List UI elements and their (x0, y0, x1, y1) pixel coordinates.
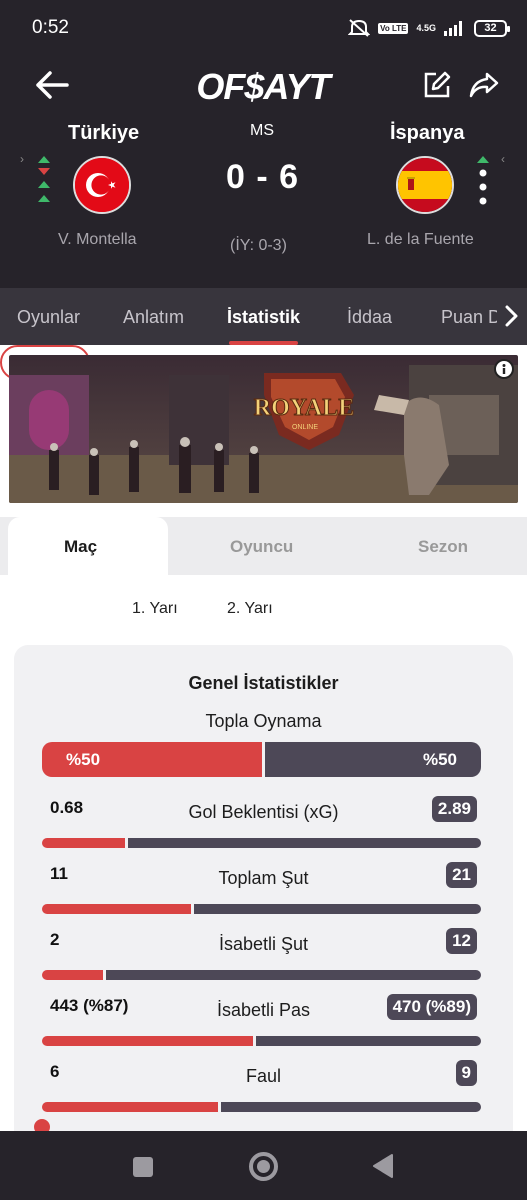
stat-bar (42, 838, 481, 848)
stat-bar-away (194, 904, 481, 914)
ad-logo-text: ROYALE (254, 395, 354, 421)
status-time: 0:52 (32, 17, 69, 38)
stats-subtabs: Maç Oyuncu Sezon (0, 517, 527, 575)
period-second-half[interactable]: 2. Yarı (227, 600, 273, 618)
stat-away-value: 2.89 (431, 796, 477, 822)
tabs-scroll-right[interactable] (497, 288, 527, 345)
network-label: 4.5G (416, 23, 436, 33)
scroll-indicator (34, 1119, 50, 1131)
stat-bar (42, 904, 481, 914)
possession-away-value: %50 (422, 750, 457, 769)
edit-icon[interactable] (422, 70, 452, 100)
home-form-indicators (38, 156, 50, 202)
away-form-indicators (477, 156, 489, 205)
stat-row-shots-on-target: 2 İsabetli Şut 12 (14, 928, 513, 990)
match-score: 0 - 6 (226, 158, 300, 196)
stat-label: Toplam Şut (218, 868, 309, 888)
subtab-mac[interactable]: Maç (64, 537, 97, 557)
stat-bar-home (42, 904, 192, 914)
stat-label: İsabetli Şut (218, 934, 309, 954)
stat-away-value: 470 (%89) (386, 994, 477, 1020)
away-team-name[interactable]: İspanya (390, 122, 464, 145)
stat-bar-away (255, 1036, 481, 1046)
volte-label: Vo LTE (378, 22, 409, 34)
tab-iddaa[interactable]: İddaa (347, 307, 392, 328)
spain-flag-icon[interactable] (396, 156, 454, 214)
possession-label: Topla Oynama (205, 711, 322, 731)
battery-icon: 32 (474, 19, 510, 37)
share-icon[interactable] (468, 70, 500, 100)
stats-title: Genel İstatistikler (188, 673, 339, 693)
period-first-half[interactable]: 1. Yarı (132, 600, 178, 618)
status-bar: 0:52 Vo LTE 4.5G 32 (0, 0, 527, 58)
match-status: MS (250, 122, 274, 139)
subtab-sezon[interactable]: Sezon (418, 537, 468, 557)
system-nav-bar (0, 1131, 527, 1200)
ad-info-icon[interactable] (494, 359, 514, 379)
subtab-oyuncu[interactable]: Oyuncu (230, 537, 293, 557)
home-coach: V. Montella (58, 231, 137, 248)
turkey-flag-icon[interactable] (73, 156, 131, 214)
chevron-right-icon (505, 305, 518, 327)
tab-oyunlar[interactable]: Oyunlar (17, 307, 80, 328)
tab-anlatim[interactable]: Anlatım (123, 307, 184, 328)
ad-logo-sub: ONLINE (292, 424, 318, 431)
recent-apps-icon[interactable] (133, 1157, 153, 1177)
away-coach: L. de la Fuente (367, 231, 474, 248)
stat-bar-home (42, 838, 126, 848)
home-icon[interactable] (249, 1152, 278, 1181)
stat-bar-away (106, 970, 481, 980)
possession-home-value: %50 (66, 750, 101, 769)
stat-row-total-shots: 11 Toplam Şut 21 (14, 862, 513, 924)
stat-away-value: 21 (446, 862, 477, 888)
possession-bar: %50 %50 (42, 742, 481, 777)
stat-bar-home (42, 1036, 253, 1046)
mute-icon (348, 19, 371, 37)
next-match-chevron-icon[interactable]: ‹ (501, 152, 505, 166)
stat-bar-home (42, 1102, 218, 1112)
nav-back-icon[interactable] (372, 1153, 394, 1179)
stat-away-value: 9 (455, 1060, 477, 1086)
half-time-score: (İY: 0-3) (230, 237, 287, 254)
prev-match-chevron-icon[interactable]: › (20, 152, 24, 166)
signal-icon (444, 21, 462, 36)
stat-bar (42, 1102, 481, 1112)
stat-bar-away (220, 1102, 481, 1112)
stat-label: Faul (245, 1066, 281, 1086)
general-stats-card: Genel İstatistikler Topla Oynama %50 %50… (14, 645, 513, 1131)
main-tabs: Oyunlar Anlatım İstatistik İddaa Puan Du… (0, 288, 527, 345)
home-team-name[interactable]: Türkiye (68, 122, 139, 145)
ad-banner-image: ROYALE ONLINE (9, 355, 518, 503)
stat-bar (42, 970, 481, 980)
status-icons: Vo LTE 4.5G 32 (348, 18, 510, 38)
stat-row-accurate-passes: 443 (%87) İsabetli Pas 470 (%89) (14, 994, 513, 1056)
match-header: OF$AYT › ‹ Türkiye MS İspanya 0 - 6 V. M… (0, 58, 527, 288)
possession-away-fill: %50 (264, 742, 481, 777)
stats-content: ROYALE ONLINE Maç Oyuncu Sezon Tümü 1. Y… (0, 345, 527, 1131)
stat-row-fouls: 6 Faul 9 (14, 1060, 513, 1122)
app-logo: OF$AYT (196, 66, 330, 107)
stat-bar-home (42, 970, 104, 980)
back-arrow-icon[interactable] (34, 70, 70, 100)
tab-istatistik[interactable]: İstatistik (227, 307, 300, 328)
stat-row-xg: 0.68 Gol Beklentisi (xG) 2.89 (14, 796, 513, 858)
ad-banner[interactable]: ROYALE ONLINE (9, 355, 518, 503)
stat-away-value: 12 (446, 928, 477, 954)
stat-bar (42, 1036, 481, 1046)
possession-home-fill: %50 (42, 742, 262, 777)
stat-bar-away (128, 838, 481, 848)
